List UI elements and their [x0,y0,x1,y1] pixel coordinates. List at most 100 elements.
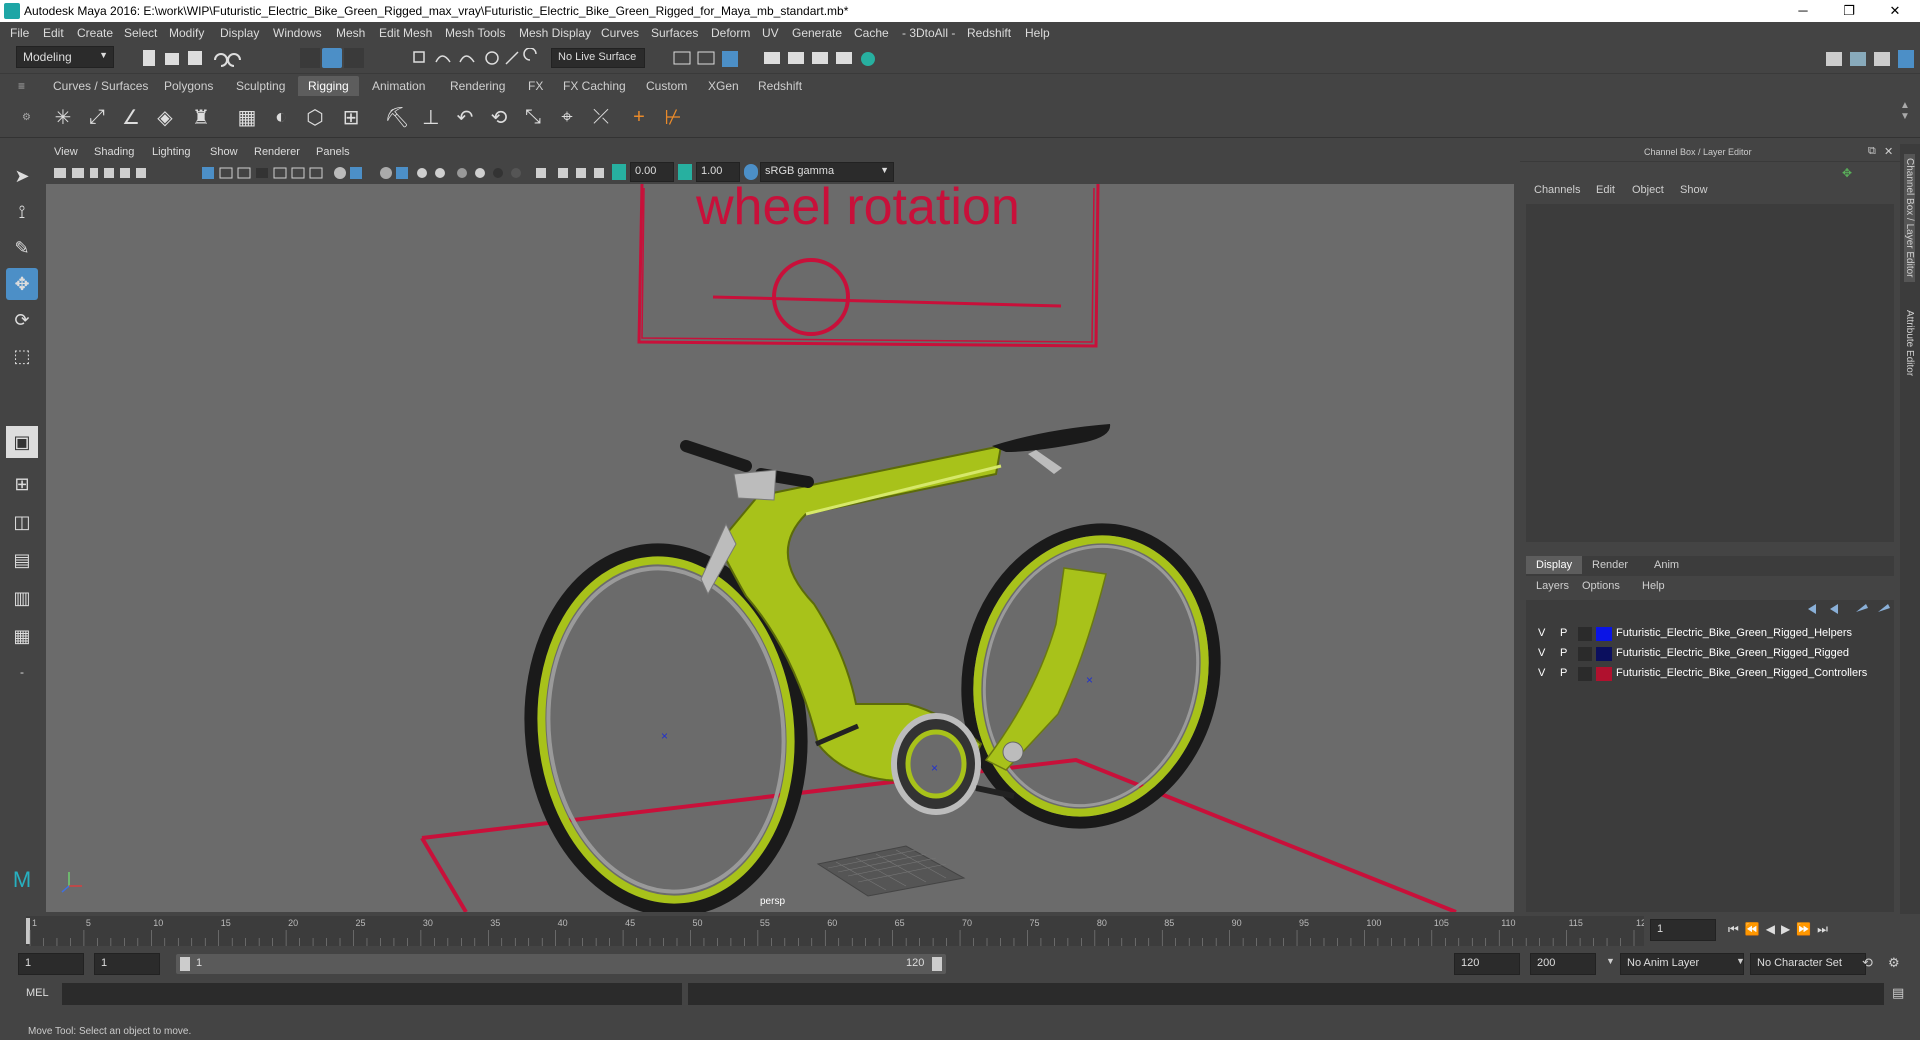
maya-home-icon[interactable]: M [6,864,38,896]
auto-key-icon[interactable]: ⟲ [1862,955,1873,971]
snap-icons[interactable] [410,48,550,70]
joint-tool-icon[interactable]: ✳ [48,102,78,132]
menu-edit-mesh[interactable]: Edit Mesh [379,26,432,40]
move-tool-icon[interactable]: ✥ [6,268,38,300]
channel-menu-channels[interactable]: Channels [1534,184,1580,196]
animation-prefs-icon[interactable]: ⚙ [1888,955,1900,971]
layer-menu-help[interactable]: Help [1642,580,1665,592]
channel-menu-edit[interactable]: Edit [1596,184,1615,196]
select-tool-icon[interactable]: ➤ [6,160,38,192]
current-frame-field[interactable]: 1 [1650,919,1716,941]
layer-visibility-toggle[interactable]: V [1538,647,1545,659]
close-panel-icon[interactable]: ✕ [1884,145,1893,158]
viewport-panel-icons[interactable] [52,165,692,181]
render-tools-icons[interactable] [672,48,892,70]
color-management-icon[interactable] [744,164,758,180]
wheel-rotation-controller[interactable]: wheel rotation [637,184,1100,348]
menu-mesh-tools[interactable]: Mesh Tools [445,26,505,40]
playback-controls[interactable]: ⏮⏪◀▶⏩⏭ [1728,922,1834,937]
range-slider[interactable]: 1 120 [176,954,946,974]
gamma-field[interactable]: 1.00 [696,162,740,182]
layer-tab-anim[interactable]: Anim [1654,559,1679,571]
menu-select[interactable]: Select [124,26,157,40]
select-by-component-icon[interactable] [344,48,364,68]
float-panel-icon[interactable]: ⧉ [1868,145,1876,158]
cluster-icon[interactable]: ⊞ [336,102,366,132]
select-by-object-icon[interactable] [322,48,342,68]
tab-sculpting[interactable]: Sculpting [226,76,295,96]
side-tab-attribute-editor[interactable]: Attribute Editor [1904,310,1915,376]
scale-constraint-icon[interactable]: ⤡ [518,102,548,132]
chevron-down-icon[interactable]: ▼ [1606,956,1615,966]
tab-fx-caching[interactable]: FX Caching [553,76,636,96]
kickstand-pad[interactable] [816,845,966,897]
layer-row-rigged[interactable]: V P Futuristic_Electric_Bike_Green_Rigge… [1534,644,1896,664]
mel-label[interactable]: MEL [26,987,49,999]
playback-start-field[interactable]: 1 [94,953,160,975]
tab-curves-surfaces[interactable]: Curves / Surfaces [43,76,158,96]
character-set-dropdown[interactable]: No Character Set [1750,953,1866,975]
point-constraint-icon[interactable]: ⊥ [416,102,446,132]
vp-menu-show[interactable]: Show [210,146,238,158]
layer-visibility-toggle[interactable]: V [1538,627,1545,639]
layer-type-toggle[interactable] [1578,647,1592,661]
vp-menu-shading[interactable]: Shading [94,146,134,158]
perspective-viewport[interactable]: wheel rotation × × × persp [46,184,1514,912]
set-driven-key-icon[interactable]: ⊬ [658,102,688,132]
chevron-down-icon[interactable]: ▼ [1736,956,1745,966]
tab-rendering[interactable]: Rendering [440,76,515,96]
playback-end-field[interactable]: 120 [1454,953,1520,975]
tab-fx[interactable]: FX [518,76,553,96]
lasso-tool-icon[interactable]: ⟟ [6,196,38,228]
lattice-icon[interactable]: ⬡ [300,102,330,132]
menu-create[interactable]: Create [77,26,113,40]
anim-layer-dropdown[interactable]: No Anim Layer [1620,953,1744,975]
start-time-field[interactable]: 1 [18,953,84,975]
ik-spline-icon[interactable]: ◈ [150,102,180,132]
front-wheel[interactable]: × [937,503,1245,849]
menu-3dtoall[interactable]: - 3DtoAll - [902,26,955,40]
bind-skin-icon[interactable]: ▦ [232,102,262,132]
layout-icons[interactable] [1822,48,1918,70]
layer-row-controllers[interactable]: V P Futuristic_Electric_Bike_Green_Rigge… [1534,664,1896,684]
shelf-options-icon[interactable]: ⚙ [22,112,31,123]
layer-action-icons[interactable] [1806,602,1892,616]
pole-vector-icon[interactable]: ⤫ [586,102,616,132]
menu-generate[interactable]: Generate [792,26,842,40]
humanik-icon[interactable]: ♜ [186,102,216,132]
layer-type-toggle[interactable] [1578,667,1592,681]
time-slider[interactable]: 1 5 10 15 20 25 30 35 40 45 50 55 60 65 70 75 80 85 90 95 10… [0,914,1920,948]
layer-color-swatch[interactable] [1596,647,1612,661]
layer-visibility-toggle[interactable]: V [1538,667,1545,679]
channel-menu-show[interactable]: Show [1680,184,1708,196]
menu-file[interactable]: File [10,26,29,40]
paint-weights-icon[interactable]: ⛏ [382,102,412,132]
menu-cache[interactable]: Cache [854,26,889,40]
tab-polygons[interactable]: Polygons [154,76,223,96]
ik-handle-icon[interactable]: ∠ [116,102,146,132]
layer-row-helpers[interactable]: V P Futuristic_Electric_Bike_Green_Rigge… [1534,624,1896,644]
menu-set-dropdown[interactable]: Modeling ▼ [16,46,114,68]
restore-button[interactable]: ❐ [1826,0,1872,22]
vp-menu-renderer[interactable]: Renderer [254,146,300,158]
layer-playback-toggle[interactable]: P [1560,667,1567,679]
tab-xgen[interactable]: XGen [698,76,749,96]
graph-layout-icon[interactable]: ▥ [6,582,38,614]
orient-constraint-icon[interactable]: ⟲ [484,102,514,132]
outliner-layout-icon[interactable]: ▤ [6,544,38,576]
layer-playback-toggle[interactable]: P [1560,627,1567,639]
channel-box-tools-icon[interactable]: ✥ [1842,166,1852,180]
scene-canvas[interactable]: wheel rotation × × × [46,184,1514,912]
tab-custom[interactable]: Custom [636,76,697,96]
color-space-dropdown[interactable]: sRGB gamma ▼ [760,162,894,182]
menu-modify[interactable]: Modify [169,26,204,40]
live-surface-field[interactable]: No Live Surface [551,48,645,68]
menu-mesh-display[interactable]: Mesh Display [519,26,591,40]
layer-color-swatch[interactable] [1596,667,1612,681]
smooth-skin-icon[interactable]: ◐ [266,102,296,132]
layer-name[interactable]: Futuristic_Electric_Bike_Green_Rigged_He… [1616,627,1852,639]
aim-constraint-icon[interactable]: ↶ [450,102,480,132]
single-view-layout-icon[interactable]: ▣ [6,426,38,458]
gamma-icon[interactable] [678,164,692,180]
bike-seat[interactable] [992,424,1111,474]
